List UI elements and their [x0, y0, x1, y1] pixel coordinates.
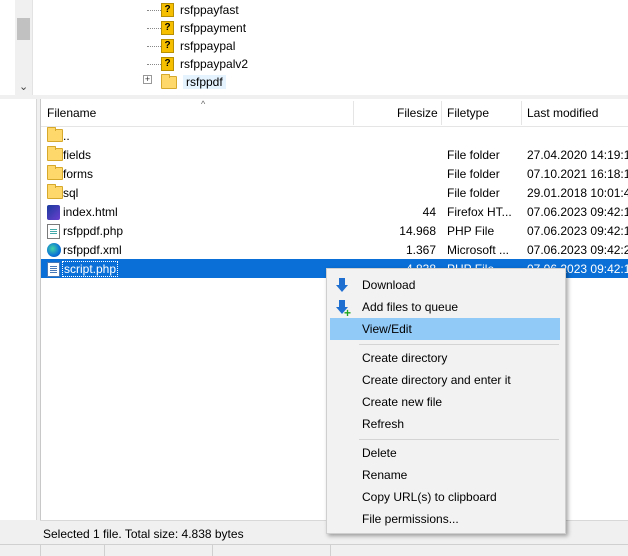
menu-label: Refresh — [362, 417, 405, 431]
file-modified: 07.06.2023 09:42:20 — [527, 243, 628, 257]
file-name: forms — [63, 167, 93, 181]
tree-item-label: rsfppayfast — [180, 3, 239, 17]
menu-label: Add files to queue — [362, 300, 459, 314]
add-to-queue-icon: + — [336, 300, 351, 319]
menu-refresh[interactable]: Refresh — [330, 413, 560, 435]
file-size: 1.367 — [405, 243, 436, 257]
tree-item-rsfppayfast[interactable]: ? rsfppayfast — [161, 1, 239, 19]
column-filesize[interactable]: Filesize — [397, 106, 438, 122]
tree-item-rsfppaypal[interactable]: ? rsfppaypal — [161, 37, 235, 55]
menu-label: File permissions... — [362, 512, 459, 526]
php-file-icon — [47, 224, 60, 239]
file-type: Firefox HT... — [447, 205, 512, 219]
file-type: File folder — [447, 167, 500, 181]
file-size: 14.968 — [399, 224, 436, 238]
menu-label: Download — [362, 278, 416, 292]
menu-label: View/Edit — [362, 322, 412, 336]
menu-delete[interactable]: Delete — [330, 442, 560, 464]
file-name: script.php — [61, 261, 119, 277]
file-size: 44 — [422, 205, 436, 219]
file-row-index-html[interactable]: index.html 44 Firefox HT... 07.06.2023 0… — [41, 202, 628, 221]
unknown-folder-icon: ? — [161, 21, 174, 35]
menu-label: Create directory and enter it — [362, 373, 511, 387]
menu-create-directory-enter[interactable]: Create directory and enter it — [330, 369, 560, 391]
download-icon — [336, 278, 348, 292]
file-row-fields[interactable]: fields File folder 27.04.2020 14:19:10 — [41, 145, 628, 164]
file-name: fields — [63, 148, 92, 162]
tree-item-label: rsfppaypalv2 — [180, 57, 249, 71]
menu-label: Create new file — [362, 395, 443, 409]
file-type: File folder — [447, 148, 500, 162]
menu-add-to-queue[interactable]: + Add files to queue — [330, 296, 560, 319]
bottom-strip — [0, 544, 628, 556]
file-type: File folder — [447, 186, 500, 200]
menu-label: Create directory — [362, 351, 448, 365]
status-text: Selected 1 file. Total size: 4.838 bytes — [43, 527, 244, 541]
file-modified: 07.06.2023 09:42:19 — [527, 224, 628, 238]
file-type: Microsoft ... — [447, 243, 510, 257]
tree-item-rsfppdf[interactable]: rsfppdf — [161, 73, 226, 91]
file-list-header: ^ Filename Filesize Filetype Last modifi… — [41, 99, 628, 127]
script-file-icon — [47, 262, 60, 277]
menu-separator — [359, 439, 559, 440]
tree-item-label: rsfppdf — [183, 75, 226, 89]
file-modified: 27.04.2020 14:19:10 — [527, 148, 628, 162]
folder-icon — [47, 146, 63, 161]
tree-left-gutter — [0, 0, 15, 95]
file-name: index.html — [63, 205, 118, 219]
menu-view-edit[interactable]: View/Edit — [330, 318, 560, 340]
html-file-icon — [47, 205, 60, 220]
menu-create-directory[interactable]: Create directory — [330, 347, 560, 369]
file-name: rsfppdf.xml — [63, 243, 122, 257]
tree-expand-icon[interactable]: + — [143, 75, 152, 84]
file-row-rsfppdf-xml[interactable]: rsfppdf.xml 1.367 Microsoft ... 07.06.20… — [41, 240, 628, 259]
scroll-down-arrow-icon[interactable]: ⌄ — [19, 80, 28, 93]
tree-scrollbar[interactable]: ⌄ — [15, 0, 33, 95]
file-name: rsfppdf.php — [63, 224, 124, 238]
file-row-rsfppdf-php[interactable]: rsfppdf.php 14.968 PHP File 07.06.2023 0… — [41, 221, 628, 240]
context-menu: Download + Add files to queue View/Edit … — [326, 268, 566, 534]
edge-xml-icon — [47, 243, 61, 257]
menu-label: Copy URL(s) to clipboard — [362, 490, 497, 504]
menu-separator — [359, 344, 559, 345]
folder-icon — [47, 127, 63, 142]
file-type: PHP File — [447, 224, 495, 238]
folder-icon — [161, 73, 177, 89]
sort-ascending-icon: ^ — [201, 99, 206, 109]
menu-copy-url[interactable]: Copy URL(s) to clipboard — [330, 486, 560, 508]
left-pane-edge — [0, 99, 37, 520]
tree-item-label: rsfppayment — [180, 21, 247, 35]
column-last-modified[interactable]: Last modified — [527, 106, 598, 122]
column-filename[interactable]: Filename — [47, 106, 96, 122]
file-row-parent[interactable]: .. — [41, 126, 628, 145]
menu-label: Delete — [362, 446, 397, 460]
file-modified: 07.06.2023 09:42:19 — [527, 205, 628, 219]
folder-icon — [47, 165, 63, 180]
tree-item-rsfppaypalv2[interactable]: ? rsfppaypalv2 — [161, 55, 248, 73]
file-row-sql[interactable]: sql File folder 29.01.2018 10:01:43 — [41, 183, 628, 202]
unknown-folder-icon: ? — [161, 57, 174, 71]
tree-item-label: rsfppaypal — [180, 39, 236, 53]
folder-icon — [47, 184, 63, 199]
unknown-folder-icon: ? — [161, 39, 174, 53]
tree-item-rsfppayment[interactable]: ? rsfppayment — [161, 19, 246, 37]
menu-create-new-file[interactable]: Create new file — [330, 391, 560, 413]
file-row-forms[interactable]: forms File folder 07.10.2021 16:18:14 — [41, 164, 628, 183]
file-modified: 07.10.2021 16:18:14 — [527, 167, 628, 181]
remote-directory-tree[interactable]: ⌄ ? rsfppayfast ? rsfppayment ? rsfppayp… — [0, 0, 628, 96]
file-name: sql — [63, 186, 79, 200]
file-modified: 29.01.2018 10:01:43 — [527, 186, 628, 200]
menu-file-permissions[interactable]: File permissions... — [330, 508, 560, 530]
menu-rename[interactable]: Rename — [330, 464, 560, 486]
unknown-folder-icon: ? — [161, 3, 174, 17]
menu-label: Rename — [362, 468, 408, 482]
file-name: .. — [63, 129, 70, 143]
menu-download[interactable]: Download — [330, 274, 560, 296]
tree-scrollbar-thumb[interactable] — [17, 18, 30, 40]
column-filetype[interactable]: Filetype — [447, 106, 489, 122]
